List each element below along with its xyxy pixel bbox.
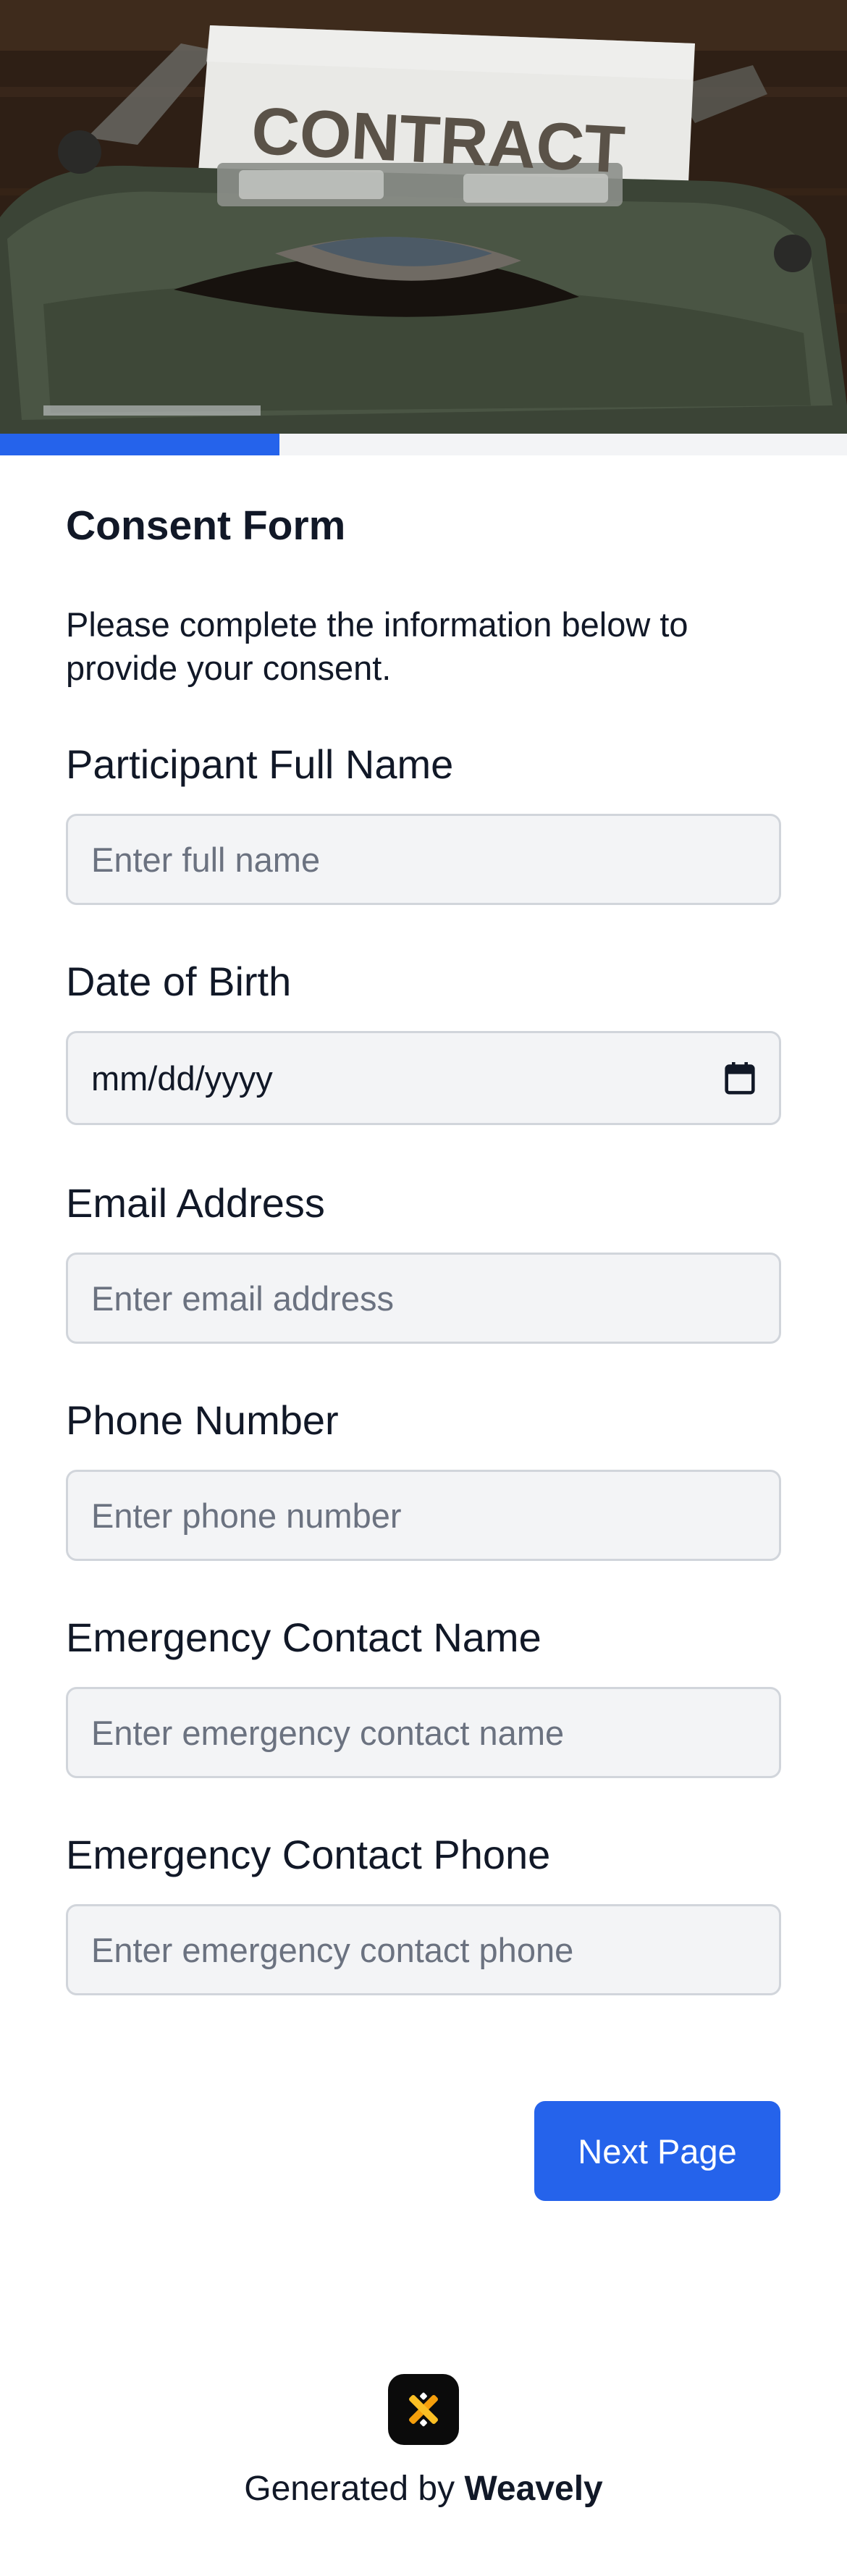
hero-image: CONTRACT (0, 0, 847, 434)
date-of-birth-input[interactable]: mm/dd/yyyy (66, 1031, 781, 1125)
field-date-of-birth: Date of Birth mm/dd/yyyy (66, 956, 781, 1125)
field-email-address: Email Address (66, 1178, 781, 1344)
field-label-emergency-phone: Emergency Contact Phone (66, 1832, 551, 1877)
field-label-emergency-name: Emergency Contact Name (66, 1615, 542, 1660)
field-participant-full-name: Participant Full Name (66, 739, 781, 905)
phone-input[interactable] (66, 1470, 781, 1561)
next-page-button[interactable]: Next Page (534, 2101, 780, 2201)
progress-bar (0, 434, 847, 455)
field-emergency-contact-name: Emergency Contact Name (66, 1612, 781, 1778)
field-phone-number: Phone Number (66, 1395, 781, 1561)
field-label-phone: Phone Number (66, 1397, 339, 1443)
field-label-date-of-birth: Date of Birth (66, 959, 292, 1004)
form-description: Please complete the information below to… (66, 605, 688, 687)
full-name-input[interactable] (66, 814, 781, 905)
field-label-full-name: Participant Full Name (66, 741, 454, 787)
footer-brand-link[interactable]: Weavely (464, 2470, 602, 2508)
field-label-email: Email Address (66, 1180, 325, 1226)
field-emergency-contact-phone: Emergency Contact Phone (66, 1830, 781, 1995)
progress-bar-fill (0, 434, 280, 455)
weavely-logo-icon[interactable] (388, 2374, 459, 2445)
emergency-contact-phone-input[interactable] (66, 1904, 781, 1995)
footer-prefix: Generated by (244, 2470, 465, 2508)
footer-generated-by: Generated by Weavely (0, 2466, 847, 2512)
consent-form-page: CONTRACT Consent Form Please complete th… (0, 0, 847, 2576)
date-of-birth-value: mm/dd/yyyy (91, 1058, 273, 1098)
form-title: Consent Form (66, 502, 346, 549)
emergency-contact-name-input[interactable] (66, 1687, 781, 1778)
calendar-icon[interactable] (724, 1061, 756, 1095)
email-input[interactable] (66, 1253, 781, 1344)
